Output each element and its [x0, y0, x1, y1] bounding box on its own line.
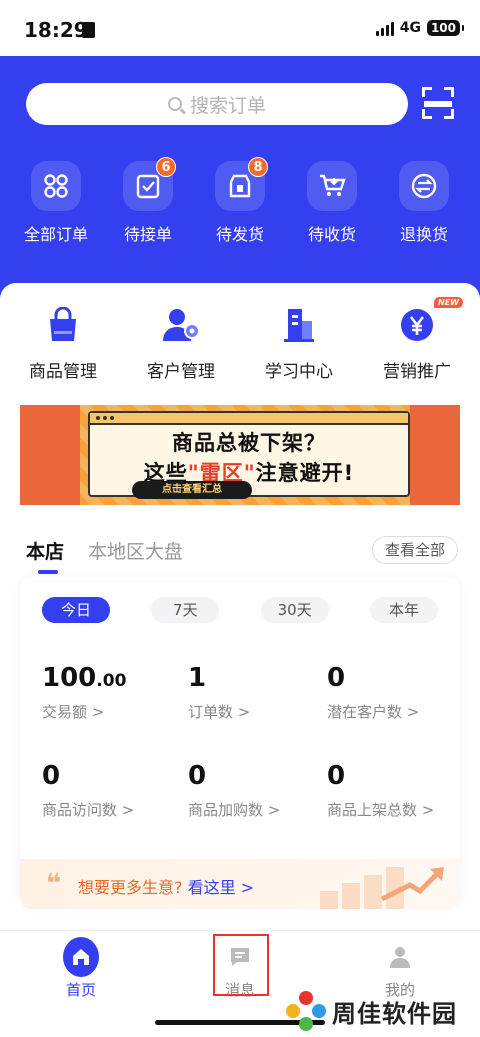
main-content: 商品管理 客户管理 学习中心 NEW 营销推广 商品总被下架？ 这些"雷区"注意… [0, 283, 480, 933]
tool-customer-label: 客户管理 [147, 362, 215, 382]
scan-icon[interactable] [422, 87, 454, 119]
metric-potential-customers[interactable]: 0 潜在客户数 > [327, 663, 467, 722]
order-pending-ship-label: 待发货 [215, 225, 264, 244]
stats-card: 今日 7天 30天 本年 100.00 交易额 > 1 订单数 > 0 潜在客户… [20, 577, 460, 909]
metric-value: 100.00 [42, 663, 127, 693]
user-gear-icon [159, 303, 203, 347]
signal-icon [375, 21, 394, 36]
promo-link[interactable]: 看这里 > [188, 878, 255, 897]
metric-value: 0 [188, 761, 207, 791]
order-pending-receive-label: 待收货 [307, 225, 356, 244]
banner-title: 商品总被下架？ [172, 431, 326, 455]
metric-label: 交易额 > [42, 703, 105, 721]
search-input[interactable]: 搜索订单 [26, 83, 408, 125]
search-placeholder: 搜索订单 [189, 94, 266, 117]
user-icon [382, 939, 418, 975]
order-status-row: 全部订单 6 待接单 8 待发货 待收货 退换货 [0, 157, 480, 245]
tool-marketing-label: 营销推广 [383, 362, 451, 382]
new-tag: NEW [434, 297, 463, 308]
quote-icon: ❝ [46, 869, 62, 899]
metric-product-visits[interactable]: 0 商品访问数 > [42, 761, 182, 820]
view-all-button[interactable]: 查看全部 [372, 536, 458, 564]
tool-product-label: 商品管理 [29, 362, 97, 382]
building-icon [277, 303, 321, 347]
exchange-icon [399, 161, 449, 211]
tools-row: 商品管理 客户管理 学习中心 NEW 营销推广 [0, 297, 480, 382]
metric-products-listed[interactable]: 0 商品上架总数 > [327, 761, 467, 820]
order-pending-accept-label: 待接单 [123, 225, 172, 244]
highlight-box [213, 934, 269, 996]
metric-orders[interactable]: 1 订单数 > [188, 663, 328, 722]
pending-accept-badge: 6 [156, 157, 176, 177]
home-icon [63, 937, 99, 977]
sim-icon [82, 22, 95, 38]
status-right: 4G 100 [375, 20, 465, 36]
order-all[interactable]: 全部订单 [10, 161, 102, 245]
tool-learning-label: 学习中心 [265, 362, 333, 382]
growth-promo[interactable]: ❝ 想要更多生意? 看这里 > [20, 859, 460, 909]
tab-store[interactable]: 本店 [26, 537, 64, 574]
search-icon [167, 97, 182, 111]
period-today[interactable]: 今日 [42, 597, 110, 623]
tab-region[interactable]: 本地区大盘 [88, 537, 183, 564]
pending-ship-badge: 8 [248, 157, 268, 177]
order-all-label: 全部订单 [23, 225, 88, 244]
order-pending-receive[interactable]: 待收货 [286, 161, 378, 245]
metric-label: 订单数 > [188, 703, 251, 721]
metric-value: 0 [327, 663, 346, 693]
status-time: 18:29 [24, 18, 88, 42]
period-30d[interactable]: 30天 [260, 597, 329, 623]
metric-label: 潜在客户数 > [327, 703, 420, 721]
banner-cta[interactable]: 点击查看汇总 [132, 481, 252, 499]
battery-icon: 100 [426, 20, 465, 36]
tool-marketing[interactable]: NEW 营销推广 [362, 297, 472, 382]
metric-label: 商品上架总数 > [327, 801, 435, 819]
yuan-coin-icon [395, 303, 439, 347]
promo-text: 想要更多生意? 看这里 > [78, 878, 255, 897]
tool-product-management[interactable]: 商品管理 [8, 303, 118, 382]
grid-icon [31, 161, 81, 211]
order-returns-label: 退换货 [399, 225, 448, 244]
period-7d[interactable]: 7天 [151, 597, 220, 623]
promo-banner[interactable]: 商品总被下架？ 这些"雷区"注意避开! 点击查看汇总 [20, 405, 460, 505]
metric-add-to-cart[interactable]: 0 商品加购数 > [188, 761, 328, 820]
status-bar: 18:29 4G 100 [0, 0, 480, 56]
nav-home-label: 首页 [65, 981, 96, 999]
data-tabs: 本店 本地区大盘 [26, 537, 183, 574]
tool-learning-center[interactable]: 学习中心 [244, 303, 354, 382]
period-year[interactable]: 本年 [369, 597, 438, 623]
tool-customer-management[interactable]: 客户管理 [126, 303, 236, 382]
trend-arrow-icon [380, 867, 444, 902]
shopping-bag-icon [41, 303, 85, 347]
watermark: 周佳软件园 [286, 986, 480, 1036]
metric-value: 0 [42, 761, 61, 791]
metric-transaction[interactable]: 100.00 交易额 > [42, 663, 182, 722]
cart-icon [307, 161, 357, 211]
period-selector: 今日 7天 30天 本年 [42, 597, 438, 623]
watermark-text: 周佳软件园 [332, 999, 457, 1028]
order-pending-ship[interactable]: 8 待发货 [194, 157, 286, 245]
order-pending-accept[interactable]: 6 待接单 [102, 157, 194, 245]
watermark-logo-icon [286, 991, 326, 1031]
metric-value: 1 [188, 663, 207, 693]
metric-value: 0 [327, 761, 346, 791]
metric-label: 商品加购数 > [188, 801, 281, 819]
network-type: 4G [399, 20, 421, 36]
nav-home[interactable]: 首页 [41, 937, 121, 1000]
header: 搜索订单 全部订单 6 待接单 8 待发货 待收货 退换货 [0, 56, 480, 300]
order-returns[interactable]: 退换货 [378, 161, 470, 245]
metric-label: 商品访问数 > [42, 801, 135, 819]
